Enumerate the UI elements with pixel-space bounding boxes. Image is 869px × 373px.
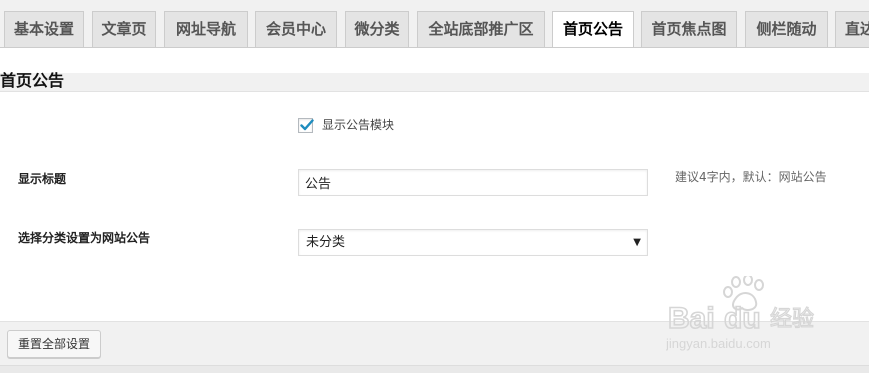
tab-home-notice[interactable]: 首页公告	[552, 11, 634, 47]
reset-all-settings-button[interactable]: 重置全部设置	[7, 330, 102, 358]
tab-article-page[interactable]: 文章页	[92, 11, 156, 47]
tab-home-focus[interactable]: 首页焦点图	[641, 11, 737, 47]
settings-footer: 重置全部设置	[0, 321, 869, 373]
tab-micro-category[interactable]: 微分类	[345, 11, 409, 47]
display-title-label: 显示标题	[18, 172, 67, 186]
footer-divider	[0, 365, 869, 373]
settings-panel: 首页公告 显示公告模块 显示标题 建议4字内，默认：网站公告 选择分类设置为网站…	[0, 48, 869, 373]
notice-category-select[interactable]: 未分类 ▼	[298, 229, 648, 256]
display-title-input[interactable]	[298, 169, 648, 196]
section-header	[0, 73, 869, 92]
tab-sidebar-follow[interactable]: 侧栏随动	[745, 11, 828, 47]
notice-category-label: 选择分类设置为网站公告	[18, 231, 151, 245]
tab-footer-promo[interactable]: 全站底部推广区	[417, 11, 545, 47]
tab-url-nav[interactable]: 网址导航	[164, 11, 248, 47]
settings-tab-bar: 基本设置 文章页 网址导航 会员中心 微分类 全站底部推广区 首页公告 首页焦点…	[0, 0, 869, 48]
tab-direct[interactable]: 直达	[835, 11, 869, 47]
tab-basic-settings[interactable]: 基本设置	[4, 11, 84, 47]
show-notice-module-checkbox[interactable]	[298, 118, 314, 133]
tab-member-center[interactable]: 会员中心	[255, 11, 337, 47]
section-title: 首页公告	[0, 71, 65, 90]
notice-category-value: 未分类	[306, 235, 346, 250]
show-notice-module-label[interactable]: 显示公告模块	[322, 117, 394, 134]
dropdown-arrow-icon: ▼	[633, 237, 641, 248]
checkmark-icon	[300, 119, 314, 131]
display-title-hint: 建议4字内，默认：网站公告	[675, 170, 827, 184]
